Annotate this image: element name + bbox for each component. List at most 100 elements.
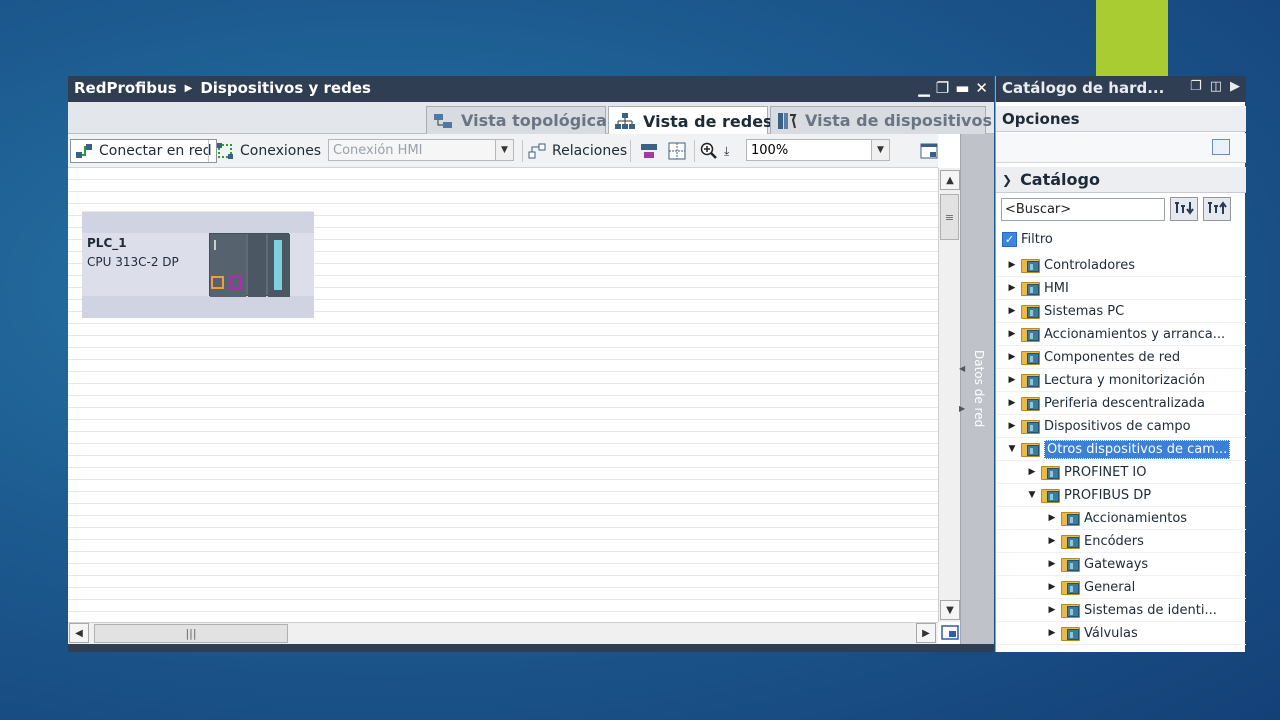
- expand-arrow-icon[interactable]: ▶: [1006, 260, 1018, 270]
- show-addresses-button[interactable]: [640, 139, 658, 163]
- expand-arrow-icon[interactable]: ▶: [1006, 398, 1018, 408]
- tree-item[interactable]: ▼ Otros dispositivos de cam...: [1006, 438, 1231, 460]
- device-folder-icon: [1021, 418, 1041, 434]
- horizontal-scroll-thumb[interactable]: |||: [94, 624, 288, 643]
- tree-item[interactable]: ▶ Accionamientos: [1046, 507, 1187, 529]
- maximize-icon[interactable]: ▬: [955, 79, 969, 97]
- network-icon: [615, 112, 635, 130]
- grid-toggle-button[interactable]: [668, 139, 686, 163]
- expand-arrow-icon[interactable]: ▶: [1006, 283, 1018, 293]
- connection-type-dropdown[interactable]: Conexión HMI ▼: [328, 139, 514, 161]
- search-down-button[interactable]: [1170, 197, 1198, 221]
- search-up-button[interactable]: [1203, 197, 1231, 221]
- tree-item-label: Controladores: [1044, 257, 1135, 273]
- device-folder-icon: [1021, 372, 1041, 388]
- breadcrumb: RedProfibus ▶ Dispositivos y redes: [74, 79, 371, 97]
- connection-type-value: Conexión HMI: [333, 142, 423, 158]
- network-canvas[interactable]: PLC_1 CPU 313C-2 DP: [68, 168, 938, 622]
- expand-arrow-icon[interactable]: ▶: [1046, 628, 1058, 638]
- expand-arrow-icon[interactable]: ▶: [1006, 421, 1018, 431]
- close-icon[interactable]: ✕: [975, 79, 988, 97]
- catalog-search-input[interactable]: [1001, 198, 1165, 221]
- device-folder-icon: [1061, 579, 1081, 595]
- tree-item[interactable]: ▼ PROFIBUS DP: [1026, 484, 1151, 506]
- network-toolbar: Conectar en red Conexiones Conexión HMI …: [68, 134, 938, 168]
- tree-item[interactable]: ▶ HMI: [1006, 277, 1069, 299]
- zoom-dropdown[interactable]: 100% ▼: [746, 139, 890, 161]
- expand-arrow-icon[interactable]: ▶: [959, 404, 965, 413]
- network-data-tab[interactable]: Datos de red: [969, 344, 989, 434]
- breadcrumb-project[interactable]: RedProfibus: [74, 79, 177, 97]
- expand-arrow-icon[interactable]: ▶: [1006, 375, 1018, 385]
- tree-item[interactable]: ▶ Lectura y monitorización: [1006, 369, 1205, 391]
- tree-item[interactable]: ▶ Dispositivos de campo: [1006, 415, 1191, 437]
- plc-device[interactable]: PLC_1 CPU 313C-2 DP: [82, 211, 314, 318]
- options-section[interactable]: Opciones: [996, 106, 1246, 132]
- zoom-in-icon: [700, 142, 718, 160]
- tab-topology-view[interactable]: Vista topológica: [426, 106, 607, 134]
- tree-item[interactable]: ▶ Encóders: [1046, 530, 1144, 552]
- panel-layout-icon[interactable]: [1212, 139, 1230, 155]
- relations-button[interactable]: Relaciones: [528, 139, 627, 163]
- split-panel-icon[interactable]: ◫: [1210, 79, 1222, 94]
- filter-option[interactable]: ✓ Filtro: [1002, 232, 1053, 247]
- device-folder-icon: [1021, 303, 1041, 319]
- tree-item[interactable]: ▶ Gateways: [1046, 553, 1148, 575]
- window-titlebar: RedProfibus ▶ Dispositivos y redes ▁ ❐ ▬…: [68, 76, 994, 102]
- scroll-down-icon[interactable]: ▼: [940, 600, 960, 620]
- expand-arrow-icon[interactable]: ▶: [1006, 329, 1018, 339]
- restore-icon[interactable]: ❐: [936, 79, 949, 97]
- expand-arrow-icon[interactable]: ▶: [1046, 582, 1058, 592]
- collapse-arrow-icon[interactable]: ◀: [959, 364, 965, 373]
- tree-item-label: Dispositivos de campo: [1044, 418, 1191, 434]
- zoom-button[interactable]: ⤓: [700, 139, 729, 163]
- tree-item[interactable]: ▶ Válvulas: [1046, 622, 1138, 644]
- tree-item[interactable]: ▶ Accionamientos y arranca...: [1006, 323, 1225, 345]
- layout-options-button[interactable]: [920, 139, 938, 163]
- expand-arrow-icon[interactable]: ▶: [1046, 605, 1058, 615]
- tree-item[interactable]: ▶ Sistemas PC: [1006, 300, 1124, 322]
- tab-device-view[interactable]: Vista de dispositivos: [770, 106, 992, 134]
- tree-item-label: Válvulas: [1084, 625, 1138, 641]
- connections-button[interactable]: Conexiones: [216, 139, 321, 163]
- expand-arrow-icon[interactable]: ▶: [1046, 536, 1058, 546]
- tree-item[interactable]: ▶ Periferia descentralizada: [1006, 392, 1205, 414]
- expand-arrow-icon[interactable]: ▶: [1006, 352, 1018, 362]
- tab-network-view[interactable]: Vista de redes: [608, 106, 773, 135]
- collapse-arrow-icon[interactable]: ▼: [1006, 444, 1018, 454]
- overview-navigation-icon[interactable]: [940, 623, 960, 643]
- scroll-up-icon[interactable]: ▲: [940, 170, 960, 190]
- tree-item[interactable]: ▶ Controladores: [1006, 254, 1135, 276]
- vertical-scroll-thumb[interactable]: ≡: [940, 194, 959, 240]
- tree-item[interactable]: ▶ Componentes de red: [1006, 346, 1180, 368]
- collapse-arrow-icon[interactable]: ▼: [1026, 490, 1038, 500]
- connect-network-button[interactable]: Conectar en red: [70, 139, 217, 163]
- horizontal-scrollbar[interactable]: ◀ ||| ▶: [68, 622, 938, 644]
- collapse-panel-icon[interactable]: ▶: [1230, 79, 1240, 94]
- tree-item[interactable]: ▶ General: [1046, 576, 1135, 598]
- device-folder-icon: [1061, 510, 1081, 526]
- catalog-section-label: Catálogo: [1020, 170, 1100, 189]
- tree-item[interactable]: ▶ PROFINET IO: [1026, 461, 1147, 483]
- expand-arrow-icon[interactable]: ▶: [1046, 559, 1058, 569]
- expand-arrow-icon[interactable]: ▶: [1046, 513, 1058, 523]
- expand-arrow-icon[interactable]: ▶: [1006, 306, 1018, 316]
- scroll-right-icon[interactable]: ▶: [916, 623, 936, 643]
- catalog-titlebar: Catálogo de hard... ❐ ◫ ▶: [996, 76, 1246, 102]
- download-arrow-icon: ⤓: [724, 143, 730, 158]
- float-panel-icon[interactable]: ❐: [1190, 79, 1202, 94]
- scroll-left-icon[interactable]: ◀: [69, 623, 89, 643]
- tree-row-divider: [996, 644, 1246, 645]
- search-up-icon: [1206, 200, 1228, 219]
- filter-checkbox[interactable]: ✓: [1002, 232, 1017, 247]
- vertical-scrollbar[interactable]: ▲ ≡ ▼: [938, 168, 960, 622]
- tree-item[interactable]: ▶ Sistemas de identi...: [1046, 599, 1217, 621]
- filter-label: Filtro: [1021, 232, 1053, 247]
- expand-arrow-icon[interactable]: ▶: [1026, 467, 1038, 477]
- device-folder-icon: [1021, 349, 1041, 365]
- zoom-value: 100%: [751, 142, 789, 158]
- catalog-section-header[interactable]: ❯ Catálogo: [996, 167, 1246, 193]
- tree-item-label: Otros dispositivos de cam...: [1044, 439, 1231, 459]
- device-folder-icon: [1021, 395, 1041, 411]
- minimize-icon[interactable]: ▁: [918, 79, 930, 97]
